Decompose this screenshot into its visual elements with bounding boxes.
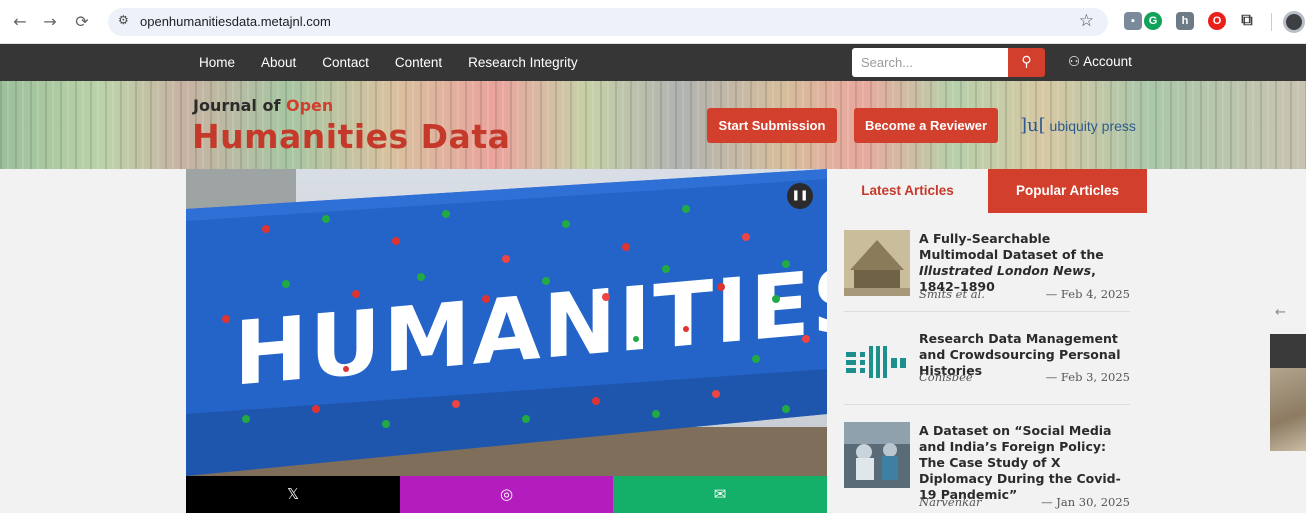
nav-research-integrity[interactable]: Research Integrity (468, 55, 578, 70)
nav-contact[interactable]: Contact (322, 55, 369, 70)
profile-avatar[interactable] (1283, 11, 1305, 33)
browser-toolbar: ← → ⟳ ⚙ openhumanitiesdata.metajnl.com ☆… (0, 0, 1306, 44)
account-link[interactable]: ⚇ Account (1068, 54, 1132, 70)
bitwarden-icon[interactable]: h (1176, 12, 1194, 30)
search-button[interactable]: ⚲ (1008, 48, 1045, 77)
article-date: — Feb 4, 2025 (1045, 287, 1130, 301)
x-logo-icon: 𝕏 (286, 485, 300, 503)
article-item[interactable]: A Fully-Searchable Multimodal Dataset of… (844, 230, 1134, 301)
article-authors: Conisbee (919, 370, 973, 384)
article-item[interactable]: A Dataset on “Social Media and India’s F… (844, 422, 1134, 512)
url-text: openhumanitiesdata.metajnl.com (140, 14, 331, 29)
tab-popular-articles[interactable]: Popular Articles (988, 169, 1147, 213)
grammarly-icon[interactable]: G (1144, 12, 1162, 30)
tab-latest-articles[interactable]: Latest Articles (827, 169, 988, 213)
forward-icon[interactable]: → (38, 10, 62, 34)
opera-icon[interactable]: O (1208, 12, 1226, 30)
nav-content[interactable]: Content (395, 55, 442, 70)
search-icon: ⚲ (1021, 54, 1032, 70)
reload-icon[interactable]: ⟳ (70, 10, 94, 34)
email-icon: ✉ (713, 485, 727, 503)
back-icon[interactable]: ← (8, 10, 32, 34)
article-date: — Jan 30, 2025 (1041, 495, 1130, 509)
article-divider (844, 311, 1130, 312)
user-icon: ⚇ (1068, 54, 1081, 69)
pause-icon: ❚❚ (791, 190, 809, 201)
logo-prefix: Journal of (193, 96, 281, 115)
share-x-button[interactable]: 𝕏 (186, 476, 400, 513)
share-instagram-button[interactable]: ◎ (400, 476, 613, 513)
ubiquity-mark-icon: ]u[ (1020, 115, 1046, 136)
article-authors: Narvenkar (919, 495, 982, 509)
article-title-part: A Fully-Searchable Multimodal Dataset of… (919, 231, 1104, 262)
journal-banner: Journal of Open Humanities Data Start Su… (0, 81, 1306, 169)
hero-slideshow-image[interactable]: HUMANITIES (186, 169, 827, 476)
toolbar-divider (1271, 13, 1272, 31)
publisher-name: ubiquity press (1049, 118, 1136, 134)
journal-logo-title[interactable]: Humanities Data (192, 117, 510, 156)
ubiquity-press-logo[interactable]: ]u[ ubiquity press (1020, 115, 1136, 136)
nav-about[interactable]: About (261, 55, 296, 70)
article-thumbnail (844, 230, 910, 296)
side-back-arrow-icon[interactable]: ← (1275, 305, 1286, 320)
logo-open: Open (286, 96, 334, 115)
share-email-button[interactable]: ✉ (613, 476, 827, 513)
journal-logo-top[interactable]: Journal of Open (193, 96, 333, 115)
chat-extension-icon[interactable]: ▪ (1124, 12, 1142, 30)
article-thumbnail (844, 330, 910, 396)
instagram-icon: ◎ (499, 485, 514, 503)
article-item[interactable]: Research Data Management and Crowdsourci… (844, 330, 1134, 396)
article-title[interactable]: A Fully-Searchable Multimodal Dataset of… (919, 231, 1129, 295)
start-submission-button[interactable]: Start Submission (707, 108, 837, 143)
become-reviewer-button[interactable]: Become a Reviewer (854, 108, 998, 143)
extensions-puzzle-icon[interactable]: ⧉ (1238, 12, 1256, 30)
site-navigation: Home About Contact Content Research Inte… (0, 44, 1306, 81)
article-title-italic: Illustrated London News (919, 263, 1092, 278)
article-date: — Feb 3, 2025 (1045, 370, 1130, 384)
side-panel-image (1270, 368, 1306, 451)
bookmark-star-icon[interactable]: ☆ (1079, 11, 1094, 31)
article-divider (844, 404, 1130, 405)
account-label: Account (1083, 54, 1132, 69)
search-input[interactable]: Search... (852, 48, 1008, 77)
side-panel-header (1270, 334, 1306, 368)
pause-slideshow-button[interactable]: ❚❚ (787, 183, 813, 209)
nav-home[interactable]: Home (199, 55, 235, 70)
article-authors: Smits et al. (919, 287, 985, 301)
nav-links: Home About Contact Content Research Inte… (199, 44, 578, 81)
site-info-icon[interactable]: ⚙ (118, 13, 129, 27)
hero-image-art: HUMANITIES (186, 169, 827, 476)
article-thumbnail (844, 422, 910, 488)
address-bar[interactable]: ⚙ openhumanitiesdata.metajnl.com ☆ (108, 8, 1108, 36)
article-title[interactable]: A Dataset on “Social Media and India’s F… (919, 423, 1129, 503)
